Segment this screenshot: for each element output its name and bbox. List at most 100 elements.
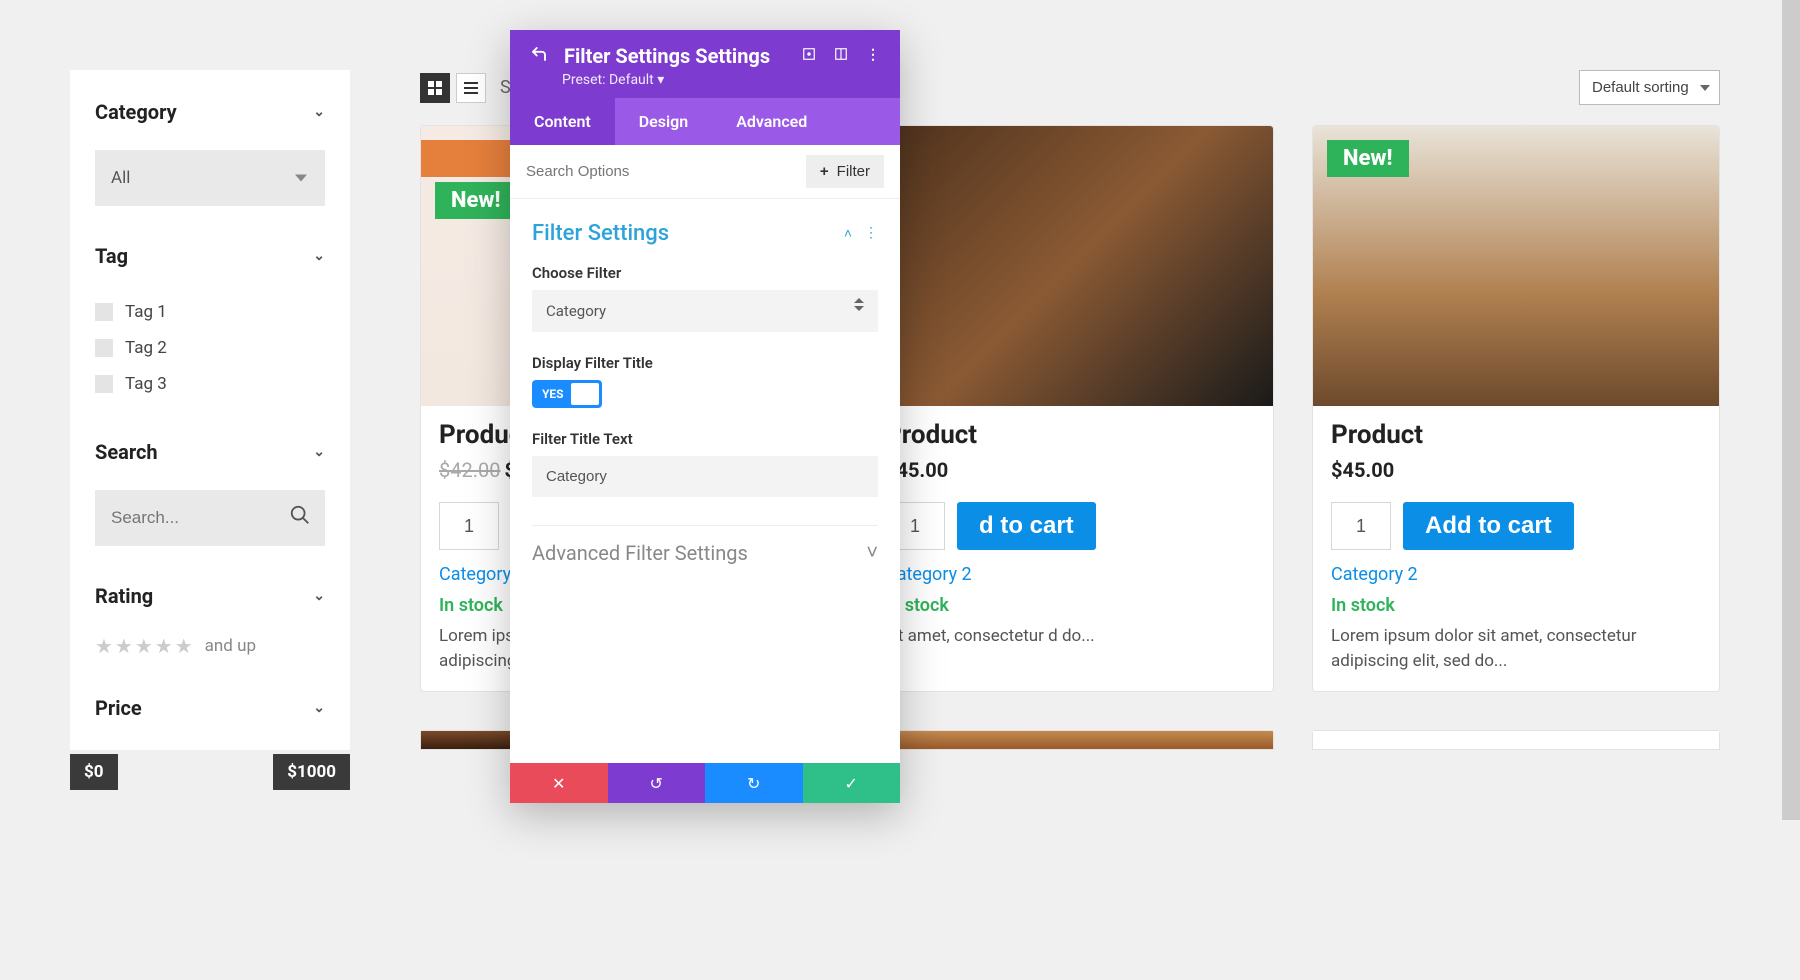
back-icon[interactable] (530, 45, 548, 67)
modal-tabs: Content Design Advanced (510, 98, 900, 145)
stock-label: In stock (1331, 595, 1701, 616)
choose-filter-select[interactable]: Category (532, 290, 878, 332)
search-options-input[interactable] (526, 163, 741, 180)
sort-wrap[interactable]: Default sorting (1579, 70, 1720, 105)
modal-header[interactable]: Filter Settings Settings ⋮ Preset: Defau… (510, 30, 900, 98)
sidebar-section-search[interactable]: Search ⌄ (95, 432, 325, 472)
tag-label: Tag 2 (125, 338, 167, 358)
filter-settings-modal: Filter Settings Settings ⋮ Preset: Defau… (510, 30, 900, 803)
price-current: $45.00 (1331, 458, 1394, 482)
chevron-down-icon: ⌄ (313, 588, 325, 604)
rating-suffix: and up (205, 636, 256, 656)
section-filter-settings[interactable]: Filter Settings ˄ ⋮ (532, 215, 878, 264)
title-text-label: Filter Title Text (532, 430, 878, 448)
redo-button[interactable]: ↻ (705, 763, 803, 803)
sidebar-section-price[interactable]: Price ⌄ (95, 688, 325, 728)
category-link[interactable]: Category 2 (885, 564, 1255, 585)
price-old: $42.00 (439, 458, 500, 482)
category-select-value: All (95, 150, 325, 206)
add-filter-label: Filter (837, 163, 870, 180)
product-image: New! (1313, 126, 1719, 406)
price-min-badge[interactable]: $0 (70, 754, 118, 790)
product-desc: Lorem ipsum dolor sit amet, consectetur … (1331, 624, 1701, 673)
section-advanced-filter-settings[interactable]: Advanced Filter Settings ˅ (532, 525, 878, 575)
view-toggle (420, 73, 486, 103)
price-max-badge[interactable]: $1000 (273, 754, 350, 790)
tag-item[interactable]: Tag 3 (95, 366, 325, 402)
choose-filter-value: Category (532, 290, 878, 332)
filter-sidebar: Category ⌄ All Tag ⌄ Tag 1 Tag 2 Tag 3 S… (70, 70, 350, 750)
chevron-down-icon: ˅ (866, 540, 878, 565)
quantity-stepper[interactable] (1331, 502, 1391, 550)
add-to-cart-button[interactable]: d to cart (957, 502, 1096, 550)
star-icons: ★★★★★ (95, 634, 195, 658)
tab-content[interactable]: Content (510, 98, 615, 145)
more-icon[interactable]: ⋮ (864, 225, 878, 242)
plus-icon: + (820, 163, 829, 180)
undo-button[interactable]: ↺ (608, 763, 706, 803)
responsive-icon[interactable] (834, 47, 848, 65)
tag-label: Tag 3 (125, 374, 167, 394)
view-list-button[interactable] (456, 73, 486, 103)
view-grid-button[interactable] (420, 73, 450, 103)
page-root: Category ⌄ All Tag ⌄ Tag 1 Tag 2 Tag 3 S… (0, 0, 1800, 750)
scrollbar[interactable] (1782, 0, 1800, 820)
sidebar-section-rating[interactable]: Rating ⌄ (95, 576, 325, 616)
chevron-up-icon: ˄ (844, 225, 852, 242)
preset-selector[interactable]: Preset: Default ▾ (562, 72, 880, 88)
sidebar-section-tag[interactable]: Tag ⌄ (95, 236, 325, 276)
rating-filter[interactable]: ★★★★★ and up (95, 634, 325, 658)
more-icon[interactable]: ⋮ (866, 47, 880, 65)
product-title: Product (885, 420, 1255, 450)
product-card: Product $45.00 d to cart Category 2 In s… (866, 125, 1274, 692)
chevron-down-icon: ⌄ (313, 444, 325, 460)
search-title: Search (95, 440, 158, 464)
product-desc: sit amet, consectetur d do... (885, 624, 1255, 649)
quantity-stepper[interactable] (439, 502, 499, 550)
product-card: New! Product $45.00 Add to cart Category… (1312, 125, 1720, 692)
category-select-wrap[interactable]: All (95, 150, 325, 206)
sort-select[interactable]: Default sorting (1579, 70, 1720, 105)
section-title: Filter Settings (532, 221, 669, 246)
product-card (1312, 730, 1720, 750)
product-image (867, 126, 1273, 406)
chevron-down-icon: ⌄ (313, 248, 325, 264)
add-to-cart-button[interactable]: Add to cart (1403, 502, 1574, 550)
tag-item[interactable]: Tag 2 (95, 330, 325, 366)
checkbox-icon (95, 375, 113, 393)
tag-item[interactable]: Tag 1 (95, 294, 325, 330)
search-icon[interactable] (289, 504, 311, 532)
new-badge: New! (1327, 140, 1409, 177)
tab-advanced[interactable]: Advanced (712, 98, 831, 145)
cancel-button[interactable]: ✕ (510, 763, 608, 803)
checkbox-icon (95, 339, 113, 357)
advanced-section-title: Advanced Filter Settings (532, 541, 748, 565)
tag-list: Tag 1 Tag 2 Tag 3 (95, 294, 325, 402)
tag-label: Tag 1 (125, 302, 167, 322)
new-badge: New! (435, 182, 517, 219)
modal-action-row: + Filter (510, 145, 900, 199)
chevron-down-icon: ⌄ (313, 700, 325, 716)
confirm-button[interactable]: ✓ (803, 763, 901, 803)
display-title-label: Display Filter Title (532, 354, 878, 372)
modal-footer: ✕ ↺ ↻ ✓ (510, 763, 900, 803)
add-filter-button[interactable]: + Filter (806, 155, 884, 188)
search-wrap (95, 490, 325, 546)
product-card (866, 730, 1274, 750)
stock-label: In stock (885, 595, 1255, 616)
toggle-yes-label: YES (535, 383, 571, 405)
tag-title: Tag (95, 244, 128, 268)
choose-filter-label: Choose Filter (532, 264, 878, 282)
expand-icon[interactable] (802, 47, 816, 65)
display-title-toggle[interactable]: YES (532, 380, 602, 408)
modal-body: Filter Settings ˄ ⋮ Choose Filter Catego… (510, 199, 900, 763)
sidebar-section-category[interactable]: Category ⌄ (95, 92, 325, 132)
price-title: Price (95, 696, 142, 720)
product-title: Product (1331, 420, 1701, 450)
tab-design[interactable]: Design (615, 98, 712, 145)
title-text-input[interactable] (532, 456, 878, 497)
category-title: Category (95, 100, 177, 124)
category-link[interactable]: Category 2 (1331, 564, 1701, 585)
rating-title: Rating (95, 584, 153, 608)
toggle-knob (571, 383, 599, 405)
